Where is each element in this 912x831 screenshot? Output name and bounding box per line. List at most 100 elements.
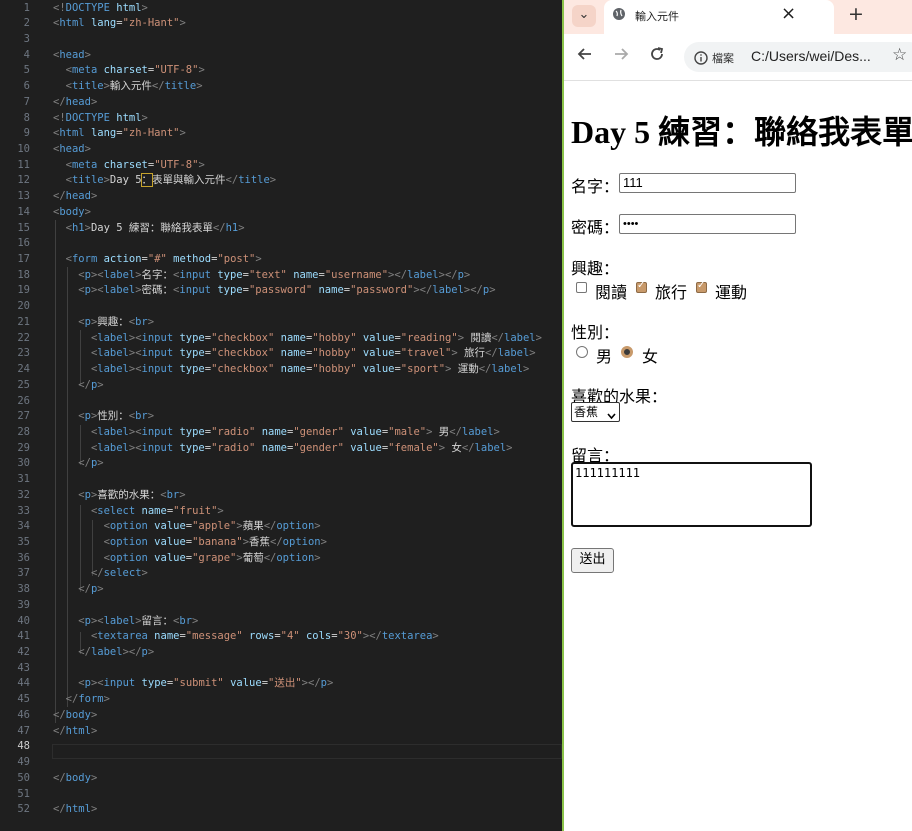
code-line[interactable]: 26 <box>0 394 562 410</box>
code-editor[interactable]: 1 <!DOCTYPE html> 2 <html lang="zh-Hant"> 3 4… <box>0 0 562 831</box>
line-code[interactable]: <meta charset="UTF-8"> <box>53 63 205 79</box>
code-line[interactable]: 27 <p>性別：<br> <box>0 409 562 425</box>
url-text[interactable]: C:/Users/wei/Des... <box>751 48 871 64</box>
hobby-checkbox-reading[interactable] <box>576 282 587 293</box>
line-code[interactable]: </html> <box>53 802 97 818</box>
code-line[interactable]: 48 <box>0 739 562 755</box>
gender-radio-male[interactable] <box>576 346 588 358</box>
line-code[interactable]: <html lang="zh-Hant"> <box>53 16 186 32</box>
code-line[interactable]: 15 <h1>Day 5 練習：聯絡我表單</h1> <box>0 221 562 237</box>
line-code[interactable]: <label><input type="checkbox" name="hobb… <box>53 346 536 362</box>
code-line[interactable]: 3 <box>0 32 562 48</box>
line-code[interactable]: <html lang="zh-Hant"> <box>53 126 186 142</box>
line-code[interactable]: <p><label>密碼：<input type="password" name… <box>53 283 495 299</box>
line-code[interactable]: <option value="apple">蘋果</option> <box>53 519 321 535</box>
code-line[interactable]: 44 <p><input type="submit" value="送出"></… <box>0 676 562 692</box>
code-line[interactable]: 42 </label></p> <box>0 645 562 661</box>
hobby-checkbox-travel[interactable] <box>636 280 647 293</box>
fruit-select[interactable]: 香蕉 <box>571 402 620 422</box>
line-code[interactable]: <p><label>留言：<br> <box>53 614 198 630</box>
line-code[interactable]: <form action="#" method="post"> <box>53 252 262 268</box>
code-line[interactable]: 25 </p> <box>0 378 562 394</box>
tab-search-button[interactable]: ⌄ <box>572 5 596 27</box>
code-line[interactable]: 50 </body> <box>0 771 562 787</box>
code-line[interactable]: 36 <option value="grape">葡萄</option> <box>0 551 562 567</box>
code-line[interactable]: 45 </form> <box>0 692 562 708</box>
code-line[interactable]: 51 <box>0 787 562 803</box>
code-line[interactable]: 7 </head> <box>0 95 562 111</box>
code-line[interactable]: 43 <box>0 661 562 677</box>
code-line[interactable]: 4 <head> <box>0 48 562 64</box>
gender-radio-female[interactable] <box>621 346 633 358</box>
code-line[interactable]: 31 <box>0 472 562 488</box>
code-line[interactable]: 8 <!DOCTYPE html> <box>0 111 562 127</box>
line-code[interactable]: <head> <box>53 142 91 158</box>
code-line[interactable]: 18 <p><label>名字：<input type="text" name=… <box>0 268 562 284</box>
line-code[interactable]: </p> <box>53 582 103 598</box>
line-code[interactable]: <label><input type="radio" name="gender"… <box>53 441 513 457</box>
code-line[interactable]: 16 <box>0 236 562 252</box>
site-info-label[interactable]: 檔案 <box>712 50 734 66</box>
hobby-checkbox-sport[interactable] <box>696 280 707 293</box>
line-code[interactable]: <option value="grape">葡萄</option> <box>53 551 321 567</box>
line-code[interactable]: <textarea name="message" rows="4" cols="… <box>53 629 439 645</box>
code-line[interactable]: 22 <label><input type="checkbox" name="h… <box>0 331 562 347</box>
line-code[interactable]: <title>Day 5：表單與輸入元件</title> <box>53 173 276 189</box>
line-code[interactable]: <p><input type="submit" value="送出"></p> <box>53 676 333 692</box>
reload-icon[interactable] <box>649 46 665 66</box>
code-line[interactable]: 17 <form action="#" method="post"> <box>0 252 562 268</box>
code-line[interactable]: 21 <p>興趣：<br> <box>0 315 562 331</box>
line-code[interactable]: <label><input type="checkbox" name="hobb… <box>53 331 542 347</box>
line-code[interactable]: <meta charset="UTF-8"> <box>53 158 205 174</box>
line-code[interactable]: </body> <box>53 708 97 724</box>
code-line[interactable]: 23 <label><input type="checkbox" name="h… <box>0 346 562 362</box>
code-line[interactable]: 37 </select> <box>0 566 562 582</box>
code-line[interactable]: 19 <p><label>密碼：<input type="password" n… <box>0 283 562 299</box>
code-line[interactable]: 20 <box>0 299 562 315</box>
code-line[interactable]: 40 <p><label>留言：<br> <box>0 614 562 630</box>
line-code[interactable]: </label></p> <box>53 645 154 661</box>
line-code[interactable]: <head> <box>53 48 91 64</box>
line-code[interactable]: </body> <box>53 771 97 787</box>
line-code[interactable]: <option value="banana">香蕉</option> <box>53 535 327 551</box>
forward-arrow-icon[interactable] <box>613 46 629 66</box>
new-tab-button[interactable]: + <box>848 3 864 25</box>
line-code[interactable]: </p> <box>53 378 103 394</box>
code-line[interactable]: 47 </html> <box>0 724 562 740</box>
code-line[interactable]: 5 <meta charset="UTF-8"> <box>0 63 562 79</box>
code-line[interactable]: 12 <title>Day 5：表單與輸入元件</title> <box>0 173 562 189</box>
code-line[interactable]: 52 </html> <box>0 802 562 818</box>
line-code[interactable]: <label><input type="checkbox" name="hobb… <box>53 362 529 378</box>
username-input[interactable]: 111 <box>619 173 796 193</box>
tab-active[interactable]: 輸入元件 × <box>604 0 834 34</box>
line-code[interactable]: </select> <box>53 566 148 582</box>
code-line[interactable]: 28 <label><input type="radio" name="gend… <box>0 425 562 441</box>
message-textarea[interactable]: 111111111 <box>571 462 812 527</box>
line-code[interactable]: <!DOCTYPE html> <box>53 111 148 127</box>
line-code[interactable]: </p> <box>53 456 103 472</box>
bookmark-star-icon[interactable]: ☆ <box>892 45 907 65</box>
code-line[interactable]: 39 <box>0 598 562 614</box>
code-line[interactable]: 35 <option value="banana">香蕉</option> <box>0 535 562 551</box>
code-line[interactable]: 11 <meta charset="UTF-8"> <box>0 158 562 174</box>
close-tab-icon[interactable]: × <box>781 3 796 24</box>
code-line[interactable]: 6 <title>輸入元件</title> <box>0 79 562 95</box>
code-line[interactable]: 24 <label><input type="checkbox" name="h… <box>0 362 562 378</box>
code-line[interactable]: 9 <html lang="zh-Hant"> <box>0 126 562 142</box>
line-code[interactable]: <!DOCTYPE html> <box>53 1 148 17</box>
code-line[interactable]: 49 <box>0 755 562 771</box>
line-code[interactable]: <select name="fruit"> <box>53 504 224 520</box>
info-icon[interactable] <box>694 50 708 69</box>
line-code[interactable]: <body> <box>53 205 91 221</box>
code-line[interactable]: 34 <option value="apple">蘋果</option> <box>0 519 562 535</box>
code-line[interactable]: 46 </body> <box>0 708 562 724</box>
line-code[interactable]: </html> <box>53 724 97 740</box>
line-code[interactable]: <p>性別：<br> <box>53 409 154 425</box>
line-code[interactable]: <p>喜歡的水果：<br> <box>53 488 185 504</box>
code-line[interactable]: 30 </p> <box>0 456 562 472</box>
submit-button[interactable]: 送出 <box>571 548 614 573</box>
code-line[interactable]: 29 <label><input type="radio" name="gend… <box>0 441 562 457</box>
code-line[interactable]: 38 </p> <box>0 582 562 598</box>
code-line[interactable]: 10 <head> <box>0 142 562 158</box>
password-input[interactable]: •••• <box>619 214 796 234</box>
